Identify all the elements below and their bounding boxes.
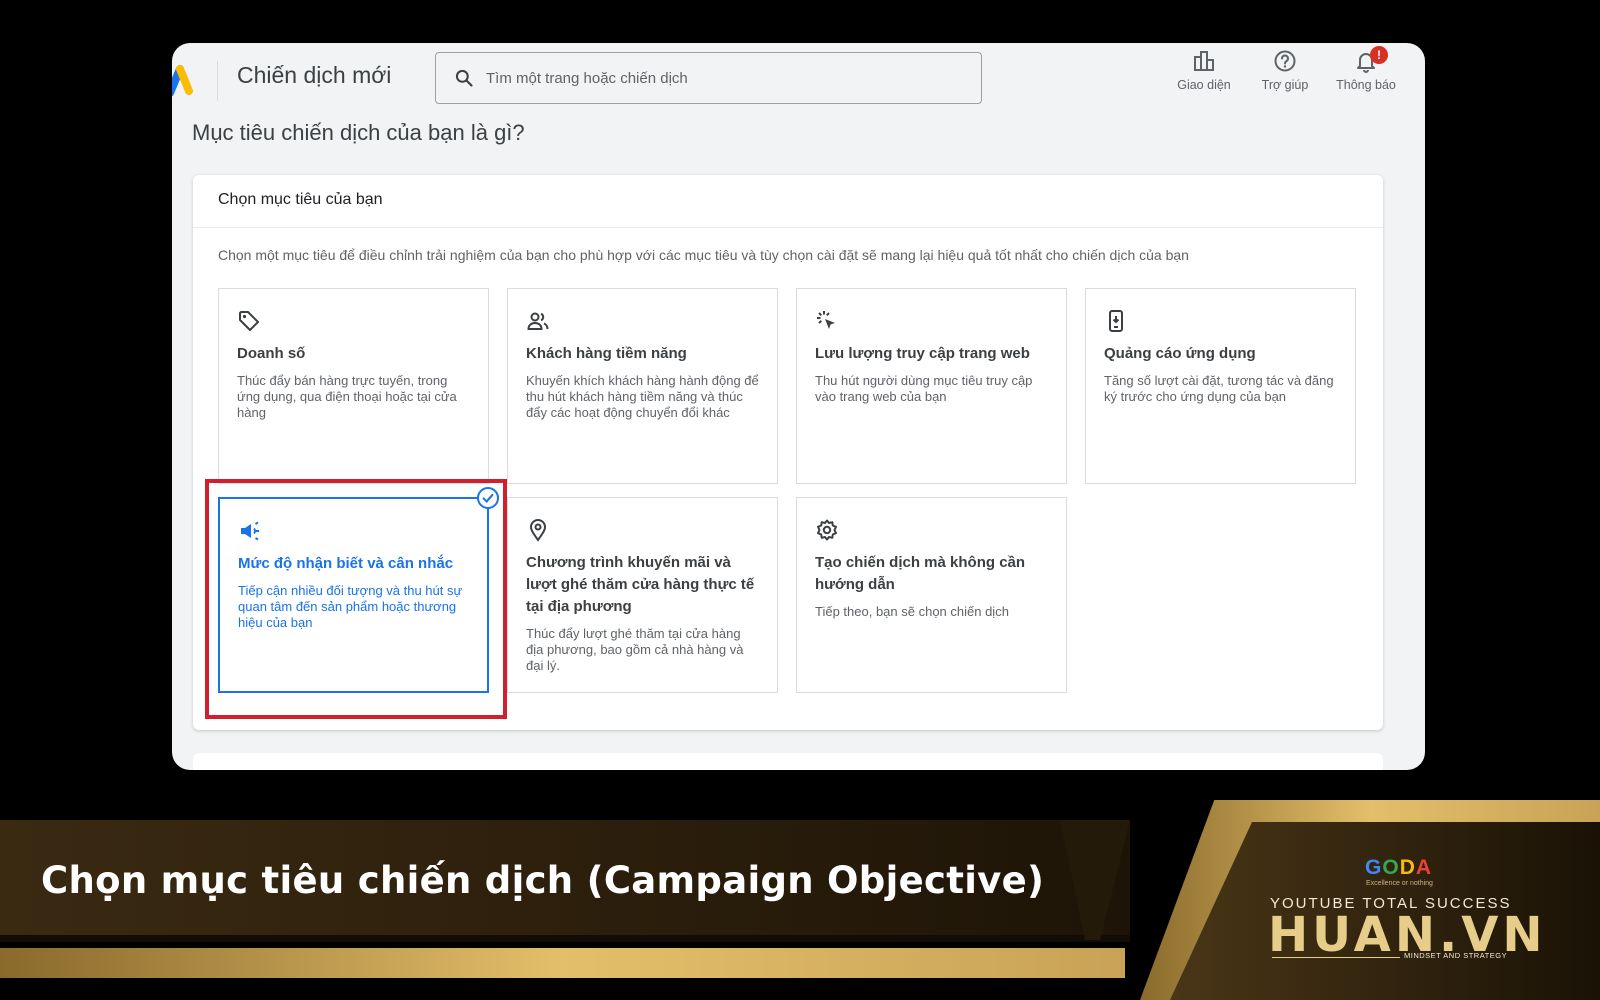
search-icon [455,69,473,87]
objective-description: Khuyến khích khách hàng hành động để thu… [526,373,759,420]
objective-description: Thúc đẩy bán hàng trực tuyến, trong ứng … [237,373,457,420]
megaphone-icon [241,521,259,541]
brand-divider [1272,957,1400,958]
objective-card-sales[interactable]: Doanh số Thúc đẩy bán hàng trực tuyến, t… [218,288,489,484]
objective-card-no-guidance[interactable]: Tạo chiến dịch mà không cần hướng dẫn Ti… [796,497,1067,693]
ads-window: Chiến dịch mới Giao diện Trợ giúp [172,43,1425,770]
page-title: Chiến dịch mới [237,62,392,88]
goda-logo: GODA [1365,856,1432,880]
objective-card-website-traffic[interactable]: Lưu lượng truy cập trang web Thu hút ngư… [796,288,1067,484]
phone-icon [1109,310,1123,332]
google-ads-logo [172,65,193,97]
logo-letter: O [1382,856,1400,879]
notifications-label: Thông báo [1336,78,1396,92]
objective-description: Tăng số lượt cài đặt, tương tác và đăng … [1104,373,1334,404]
help-icon [1274,50,1296,72]
logo-letter: A [1415,856,1433,879]
objective-description: Thu hút người dùng mục tiêu truy cập vào… [815,373,1033,404]
objective-card-local-store[interactable]: Chương trình khuyến mãi và lượt ghé thăm… [507,497,778,693]
objective-panel: Chọn mục tiêu của bạn Chọn một mục tiêu … [193,175,1383,730]
brand-tagline: MINDSET AND STRATEGY [1404,951,1508,960]
objective-card-leads[interactable]: Khách hàng tiềm năng Khuyến khích khách … [507,288,778,484]
objective-question: Mục tiêu chiến dịch của bạn là gì? [192,120,525,145]
logo-letter: G [1365,856,1383,879]
panel-title: Chọn mục tiêu của bạn [193,175,1383,228]
banner-title: Chọn mục tiêu chiến dịch (Campaign Objec… [41,859,1045,902]
objective-title: Chương trình khuyến mãi và lượt ghé thăm… [526,554,755,615]
objective-description: Tiếp theo, bạn sẽ chọn chiến dịch [815,604,1009,619]
objective-card-awareness[interactable]: Mức độ nhận biết và cân nhắc Tiếp cận nh… [218,487,499,693]
appearance-label: Giao diện [1177,78,1231,92]
objective-title: Mức độ nhận biết và cân nhắc [238,555,454,572]
objective-title: Khách hàng tiềm năng [526,345,687,362]
objective-title: Quảng cáo ứng dụng [1104,345,1256,362]
goda-tagline: Excellence or nothing [1366,880,1433,887]
title-banner: Chọn mục tiêu chiến dịch (Campaign Objec… [0,800,1600,1000]
top-bar: Chiến dịch mới Giao diện Trợ giúp [172,43,1425,113]
gear-icon [817,519,837,541]
selected-check [477,487,499,509]
appearance-icon [1194,51,1214,71]
logo-divider [217,61,218,101]
notifications-button[interactable]: Thông báo ! [1326,46,1406,101]
logo-letter: D [1399,856,1416,879]
notification-badge: ! [1370,46,1388,64]
help-label: Trợ giúp [1261,78,1309,92]
location-pin-icon [529,519,547,542]
objective-card-app-promotion[interactable]: Quảng cáo ứng dụng Tăng số lượt cài đặt,… [1085,288,1356,484]
objective-description: Thúc đẩy lượt ghé thăm tại cửa hàng địa … [526,626,744,673]
click-icon [817,311,835,329]
search-box[interactable] [435,52,982,104]
tag-icon [239,311,259,331]
next-section-panel [193,753,1383,770]
help-button[interactable]: Trợ giúp [1245,49,1325,101]
objective-description: Tiếp cận nhiều đối tượng và thu hút sự q… [238,583,463,630]
appearance-button[interactable]: Giao diện [1164,49,1244,101]
check-icon [482,493,494,504]
objective-title: Tạo chiến dịch mà không cần hướng dẫn [815,554,1026,593]
objective-title: Doanh số [237,345,306,362]
objective-title: Lưu lượng truy cập trang web [815,345,1030,362]
panel-description: Chọn một mục tiêu để điều chỉnh trải ngh… [218,247,1189,263]
people-icon [527,312,549,330]
search-input[interactable] [486,69,946,87]
